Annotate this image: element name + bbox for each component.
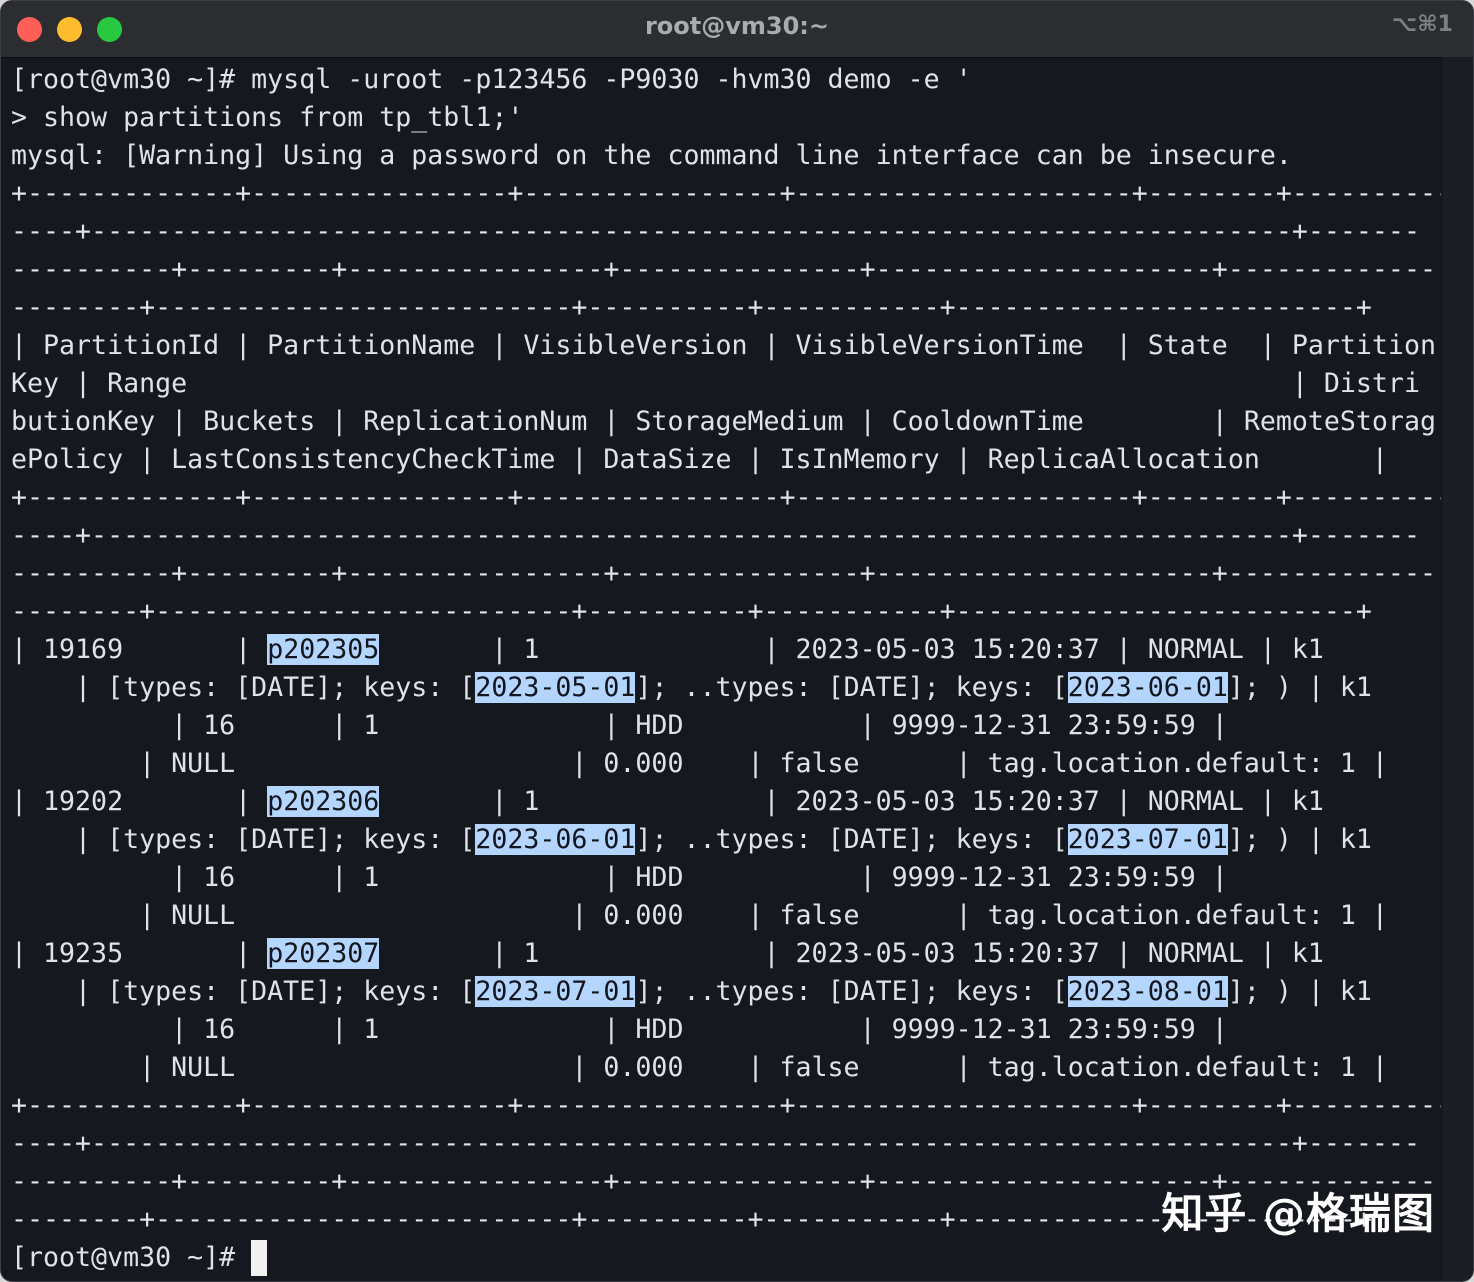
terminal-text: ]; ..types: [DATE]; keys: [ bbox=[635, 824, 1068, 855]
terminal-line: Key | Range | Distri bbox=[11, 365, 1441, 403]
selection-highlight: 2023-07-01 bbox=[1067, 824, 1228, 855]
terminal-line: | 16 | 1 | HDD | 9999-12-31 23:59:59 | bbox=[11, 707, 1441, 745]
terminal-text: ]; ..types: [DATE]; keys: [ bbox=[635, 672, 1068, 703]
terminal-line: | [types: [DATE]; keys: [2023-05-01]; ..… bbox=[11, 669, 1441, 707]
terminal-text: ----+-----------------------------------… bbox=[11, 1128, 1420, 1159]
terminal-text: | NULL | 0.000 | false | tag.location.de… bbox=[11, 748, 1388, 779]
terminal-output[interactable]: [root@vm30 ~]# mysql -uroot -p123456 -P9… bbox=[11, 61, 1441, 1281]
terminal-text: | 16 | 1 | HDD | 9999-12-31 23:59:59 | bbox=[11, 1014, 1228, 1045]
terminal-line: mysql: [Warning] Using a password on the… bbox=[11, 137, 1441, 175]
terminal-text: | 16 | 1 | HDD | 9999-12-31 23:59:59 | bbox=[11, 710, 1228, 741]
terminal-line: | 16 | 1 | HDD | 9999-12-31 23:59:59 | bbox=[11, 1011, 1441, 1049]
terminal-text: | NULL | 0.000 | false | tag.location.de… bbox=[11, 1052, 1388, 1083]
terminal-text: +-------------+----------------+--------… bbox=[11, 482, 1441, 513]
terminal-text: [root@vm30 ~]# bbox=[11, 1242, 252, 1273]
selection-highlight: 2023-07-01 bbox=[475, 976, 636, 1007]
terminal-line: ePolicy | LastConsistencyCheckTime | Dat… bbox=[11, 441, 1441, 479]
terminal-line: | 19202 | p202306 | 1 | 2023-05-03 15:20… bbox=[11, 783, 1441, 821]
terminal-text: | 19169 | bbox=[11, 634, 268, 665]
terminal-line: | PartitionId | PartitionName | VisibleV… bbox=[11, 327, 1441, 365]
terminal-line: | 19235 | p202307 | 1 | 2023-05-03 15:20… bbox=[11, 935, 1441, 973]
watermark: 知乎 @格瑞图 bbox=[1161, 1189, 1435, 1238]
terminal-text: | [types: [DATE]; keys: [ bbox=[11, 672, 476, 703]
terminal-text: ]; ..types: [DATE]; keys: [ bbox=[635, 976, 1068, 1007]
terminal-line: butionKey | Buckets | ReplicationNum | S… bbox=[11, 403, 1441, 441]
terminal-line: | [types: [DATE]; keys: [2023-07-01]; ..… bbox=[11, 973, 1441, 1011]
selection-highlight: 2023-06-01 bbox=[475, 824, 636, 855]
terminal-line: | [types: [DATE]; keys: [2023-06-01]; ..… bbox=[11, 821, 1441, 859]
terminal-text: ePolicy | LastConsistencyCheckTime | Dat… bbox=[11, 444, 1388, 475]
terminal-text: ----+-----------------------------------… bbox=[11, 216, 1420, 247]
terminal-line: +-------------+----------------+--------… bbox=[11, 175, 1441, 213]
terminal-line: > show partitions from tp_tbl1;' bbox=[11, 99, 1441, 137]
terminal-line: [root@vm30 ~]# mysql -uroot -p123456 -P9… bbox=[11, 61, 1441, 99]
terminal-text: | [types: [DATE]; keys: [ bbox=[11, 824, 476, 855]
selection-highlight: 2023-06-01 bbox=[1067, 672, 1228, 703]
terminal-text: | 1 | 2023-05-03 15:20:37 | NORMAL | k1 bbox=[379, 938, 1324, 969]
selection-highlight: p202306 bbox=[267, 786, 380, 817]
terminal-line: ----+-----------------------------------… bbox=[11, 517, 1441, 555]
terminal-text: | 16 | 1 | HDD | 9999-12-31 23:59:59 | bbox=[11, 862, 1228, 893]
terminal-text: ]; ) | k1 bbox=[1227, 976, 1372, 1007]
terminal-line: [root@vm30 ~]# bbox=[11, 1239, 1441, 1277]
terminal-text: --------+--------------------------+----… bbox=[11, 292, 1372, 323]
window-title: root@vm30:~ bbox=[644, 12, 830, 40]
terminal-line: | NULL | 0.000 | false | tag.location.de… bbox=[11, 1049, 1441, 1087]
terminal-line: | 16 | 1 | HDD | 9999-12-31 23:59:59 | bbox=[11, 859, 1441, 897]
selection-highlight: p202307 bbox=[267, 938, 380, 969]
tab-shortcut-label: ⌥⌘1 bbox=[1391, 12, 1453, 37]
terminal-line: | 19169 | p202305 | 1 | 2023-05-03 15:20… bbox=[11, 631, 1441, 669]
terminal-text: | 1 | 2023-05-03 15:20:37 | NORMAL | k1 bbox=[379, 786, 1324, 817]
terminal-text: +-------------+----------------+--------… bbox=[11, 1090, 1441, 1121]
text-cursor bbox=[251, 1240, 268, 1276]
terminal-text: +-------------+----------------+--------… bbox=[11, 178, 1441, 209]
terminal-text: | PartitionId | PartitionName | VisibleV… bbox=[11, 330, 1436, 361]
terminal-text: ----+-----------------------------------… bbox=[11, 520, 1420, 551]
terminal-text: butionKey | Buckets | ReplicationNum | S… bbox=[11, 406, 1436, 437]
terminal-text: [root@vm30 ~]# mysql -uroot -p123456 -P9… bbox=[11, 64, 972, 95]
terminal-line: | NULL | 0.000 | false | tag.location.de… bbox=[11, 745, 1441, 783]
terminal-text: | 19235 | bbox=[11, 938, 268, 969]
terminal-line: ----+-----------------------------------… bbox=[11, 1125, 1441, 1163]
terminal-text: | [types: [DATE]; keys: [ bbox=[11, 976, 476, 1007]
terminal-line: +-------------+----------------+--------… bbox=[11, 479, 1441, 517]
terminal-text: | NULL | 0.000 | false | tag.location.de… bbox=[11, 900, 1388, 931]
terminal-text: ]; ) | k1 bbox=[1227, 824, 1372, 855]
terminal-line: | NULL | 0.000 | false | tag.location.de… bbox=[11, 897, 1441, 935]
terminal-text: | 1 | 2023-05-03 15:20:37 | NORMAL | k1 bbox=[379, 634, 1324, 665]
title-bar[interactable]: root@vm30:~ ⌥⌘1 bbox=[1, 1, 1473, 58]
terminal-line: ----------+---------+----------------+--… bbox=[11, 555, 1441, 593]
terminal-text: --------+--------------------------+----… bbox=[11, 596, 1372, 627]
terminal-text: ]; ) | k1 bbox=[1227, 672, 1372, 703]
terminal-line: ----------+---------+----------------+--… bbox=[11, 251, 1441, 289]
terminal-line: +-------------+----------------+--------… bbox=[11, 1087, 1441, 1125]
selection-highlight: p202305 bbox=[267, 634, 380, 665]
selection-highlight: 2023-05-01 bbox=[475, 672, 636, 703]
selection-highlight: 2023-08-01 bbox=[1067, 976, 1228, 1007]
terminal-text: | 19202 | bbox=[11, 786, 268, 817]
terminal-text: ----------+---------+----------------+--… bbox=[11, 254, 1436, 285]
terminal-text: ----------+---------+----------------+--… bbox=[11, 558, 1436, 589]
scrollbar[interactable] bbox=[1443, 57, 1473, 1281]
terminal-window: root@vm30:~ ⌥⌘1 [root@vm30 ~]# mysql -ur… bbox=[0, 0, 1474, 1282]
terminal-text: > show partitions from tp_tbl1;' bbox=[11, 102, 524, 133]
terminal-line: ----+-----------------------------------… bbox=[11, 213, 1441, 251]
terminal-line: --------+--------------------------+----… bbox=[11, 289, 1441, 327]
terminal-line: --------+--------------------------+----… bbox=[11, 593, 1441, 631]
terminal-text: Key | Range | Distri bbox=[11, 368, 1420, 399]
terminal-text: mysql: [Warning] Using a password on the… bbox=[11, 140, 1292, 171]
